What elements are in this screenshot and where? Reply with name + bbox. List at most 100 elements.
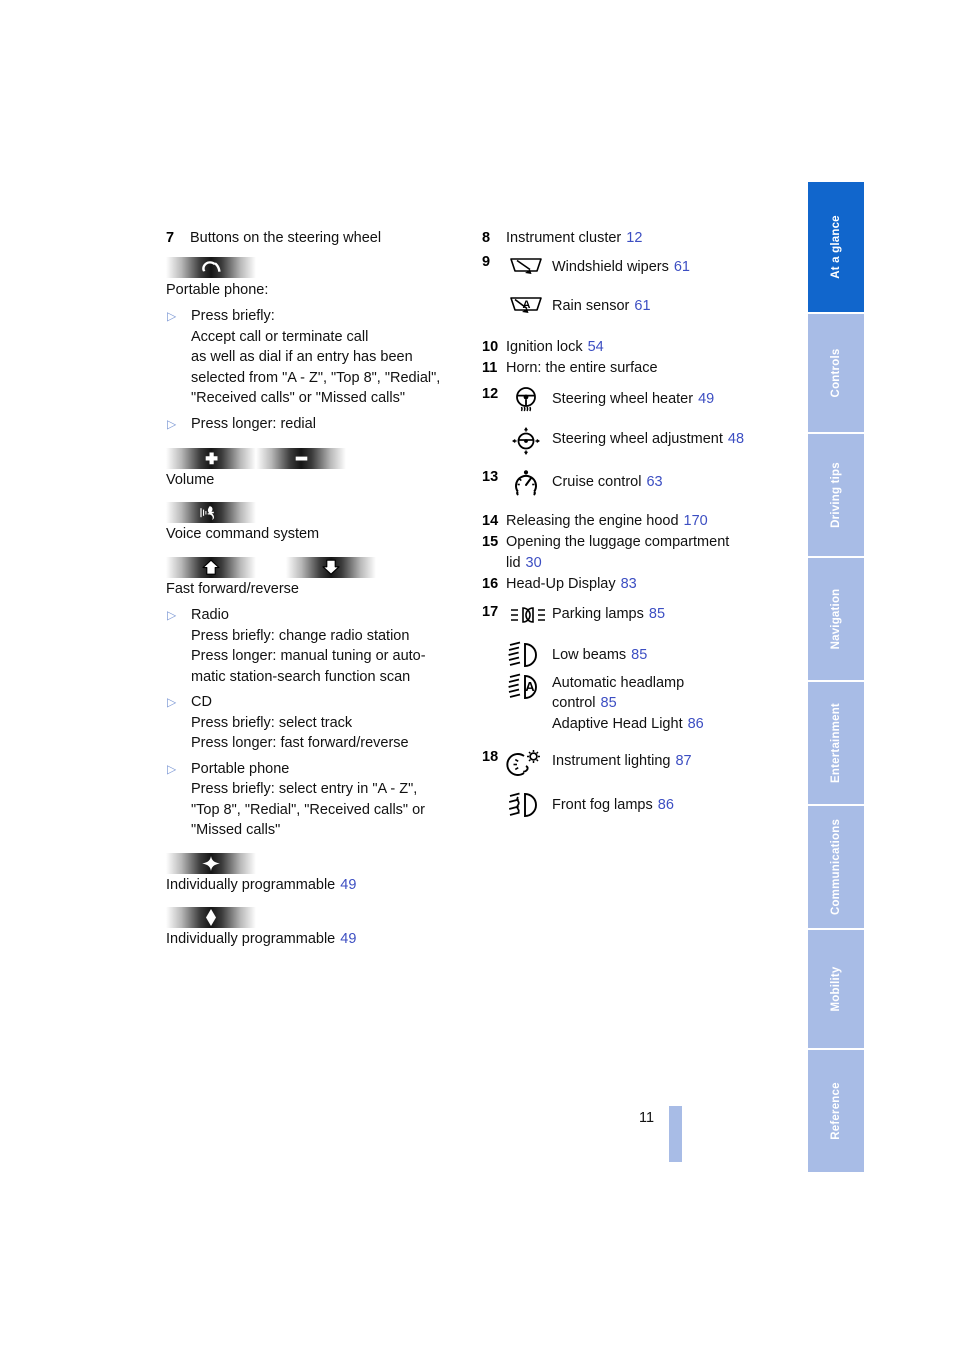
page-ref[interactable]: 85 [631,647,647,663]
entry-label-text: Cruise control [552,473,642,490]
entry-label-text: Windshield wipers [552,258,669,275]
entry-18-fog-lamps: Front fog lamps 86 [482,790,782,819]
rain-sensor-icon: A [510,296,542,313]
bullet-portable-phone: ▷ Portable phone Press briefly: select e… [166,759,466,841]
seek-button-strip [166,556,466,578]
bullet-line: Accept call or terminate call [191,328,369,345]
entry-number: 11 [482,360,498,376]
tab-label: Mobility [830,966,842,1012]
page-ref[interactable]: 61 [634,298,650,314]
entry-label-line2: control 85 [552,693,704,714]
programmable-diamond-caption: Individually programmable 49 [166,929,466,950]
entry-15: 15 Opening the luggage compartment lid 30 [482,532,782,573]
seek-down-button[interactable] [286,556,376,578]
entry-7: 7 Buttons on the steering wheel [166,228,466,249]
voice-command-button[interactable] [166,502,256,523]
tab-mobility[interactable]: Mobility [808,930,864,1048]
entry-13: 13 Cruise control 63 [482,468,782,499]
entry-label: Instrument lighting 87 [552,748,692,772]
entry-17-auto-headlamp: A Automatic headlamp control 85 Adaptive … [482,672,782,735]
triangle-bullet-icon: ▷ [167,608,177,622]
page-ref[interactable]: 49 [340,877,356,893]
bullet-line: as well as dial if an entry has been [191,349,413,365]
volume-caption: Volume [166,471,215,488]
page-ref[interactable]: 86 [688,716,704,732]
icon-slot [506,640,552,669]
windshield-wiper-icon [510,257,542,274]
entry-label-text: Ignition lock [506,338,583,355]
entry-14: 14 Releasing the engine hood 170 [482,511,782,532]
icon-slot [506,790,552,819]
icon-slot [506,385,552,416]
phone-button[interactable] [166,256,256,278]
bullet-line: Radio [191,607,229,623]
entry-number: 17 [482,603,499,620]
tab-driving-tips[interactable]: Driving tips [808,434,864,556]
page-ref[interactable]: 87 [675,753,691,769]
low-beams-icon [508,641,537,667]
tab-controls[interactable]: Controls [808,314,864,432]
icon-slot [506,425,552,456]
bullet-line: "Received calls" or "Missed calls" [191,390,405,406]
tab-reference[interactable]: Reference [808,1050,864,1172]
page-ref[interactable]: 170 [684,513,708,529]
bullet-line: Press briefly: [191,308,275,324]
entry-17-low-beams: Low beams 85 [482,640,782,669]
entry-label: Parking lamps 85 [552,603,665,625]
page-ref[interactable]: 86 [658,797,674,813]
entry-label-text2: control [552,695,596,711]
entry-9: 9 Windshield wipers 61 [482,253,782,280]
entry-11: 11 Horn: the entire surface [482,358,782,379]
page-ref[interactable]: 61 [674,259,690,275]
entry-label: Head-Up Display 83 [506,574,637,595]
tab-communications[interactable]: Communications [808,806,864,928]
bullet-line: selected from "A - Z", "Top 8", "Redial"… [191,369,441,386]
volume-down-button[interactable] [256,447,346,469]
arrow-up-pentagon-icon [202,559,220,575]
section-tabs: At a glance Controls Driving tips Naviga… [808,182,864,1174]
parking-lamps-icon [511,606,545,623]
automatic-headlamp-control-icon: A [508,673,537,699]
page-ref[interactable]: 85 [649,606,665,622]
entry-label-text2: lid [506,554,521,571]
page-ref[interactable]: 63 [646,474,662,490]
programmable-diamond-label: Individually programmable [166,931,336,947]
entry-label-line3: Adaptive Head Light 86 [552,714,704,735]
page-ref[interactable]: 48 [728,431,744,447]
tab-navigation[interactable]: Navigation [808,558,864,680]
page-ref[interactable]: 85 [601,695,617,711]
page-marker-bar [669,1106,682,1162]
volume-up-button[interactable] [166,447,256,469]
page-ref[interactable]: 49 [698,391,714,407]
bullet-text: Press longer: redial [191,414,316,435]
entry-number: 9 [482,253,491,270]
tab-entertainment[interactable]: Entertainment [808,682,864,804]
tab-label: Driving tips [830,462,842,528]
entry-number: 13 [482,468,499,485]
page-ref[interactable]: 83 [621,576,637,592]
page-ref[interactable]: 12 [626,230,642,246]
bullet-line: Portable phone [191,760,290,777]
icon-slot [506,468,552,499]
seek-up-button[interactable] [166,556,256,578]
programmable-star-button[interactable] [166,852,256,874]
entry-label-text: Instrument lighting [552,753,671,769]
portable-phone-caption: Portable phone: [166,281,269,298]
page-ref[interactable]: 54 [588,339,604,355]
bullet-line: matic station-search function scan [191,668,411,685]
entry-label-text3: Adaptive Head Light [552,715,683,732]
bullet-text: Portable phone Press briefly: select ent… [191,759,425,841]
bullet-press-longer: ▷ Press longer: redial [166,414,466,435]
page-ref[interactable]: 30 [526,555,542,571]
programmable-diamond-button[interactable] [166,907,256,928]
entry-9-rain-sensor: A Rain sensor 61 [482,292,782,319]
steering-wheel-adjustment-icon [512,426,540,455]
entry-label: Automatic headlamp control 85 Adaptive He… [552,672,704,735]
programmable-star-label: Individually programmable [166,876,336,893]
entry-label: Cruise control 63 [552,468,663,493]
icon-slot [506,748,552,779]
tab-at-a-glance[interactable]: At a glance [808,182,864,312]
entry-label: Windshield wipers 61 [552,253,690,278]
page-ref[interactable]: 49 [340,931,356,947]
voice-button-strip [166,502,466,523]
